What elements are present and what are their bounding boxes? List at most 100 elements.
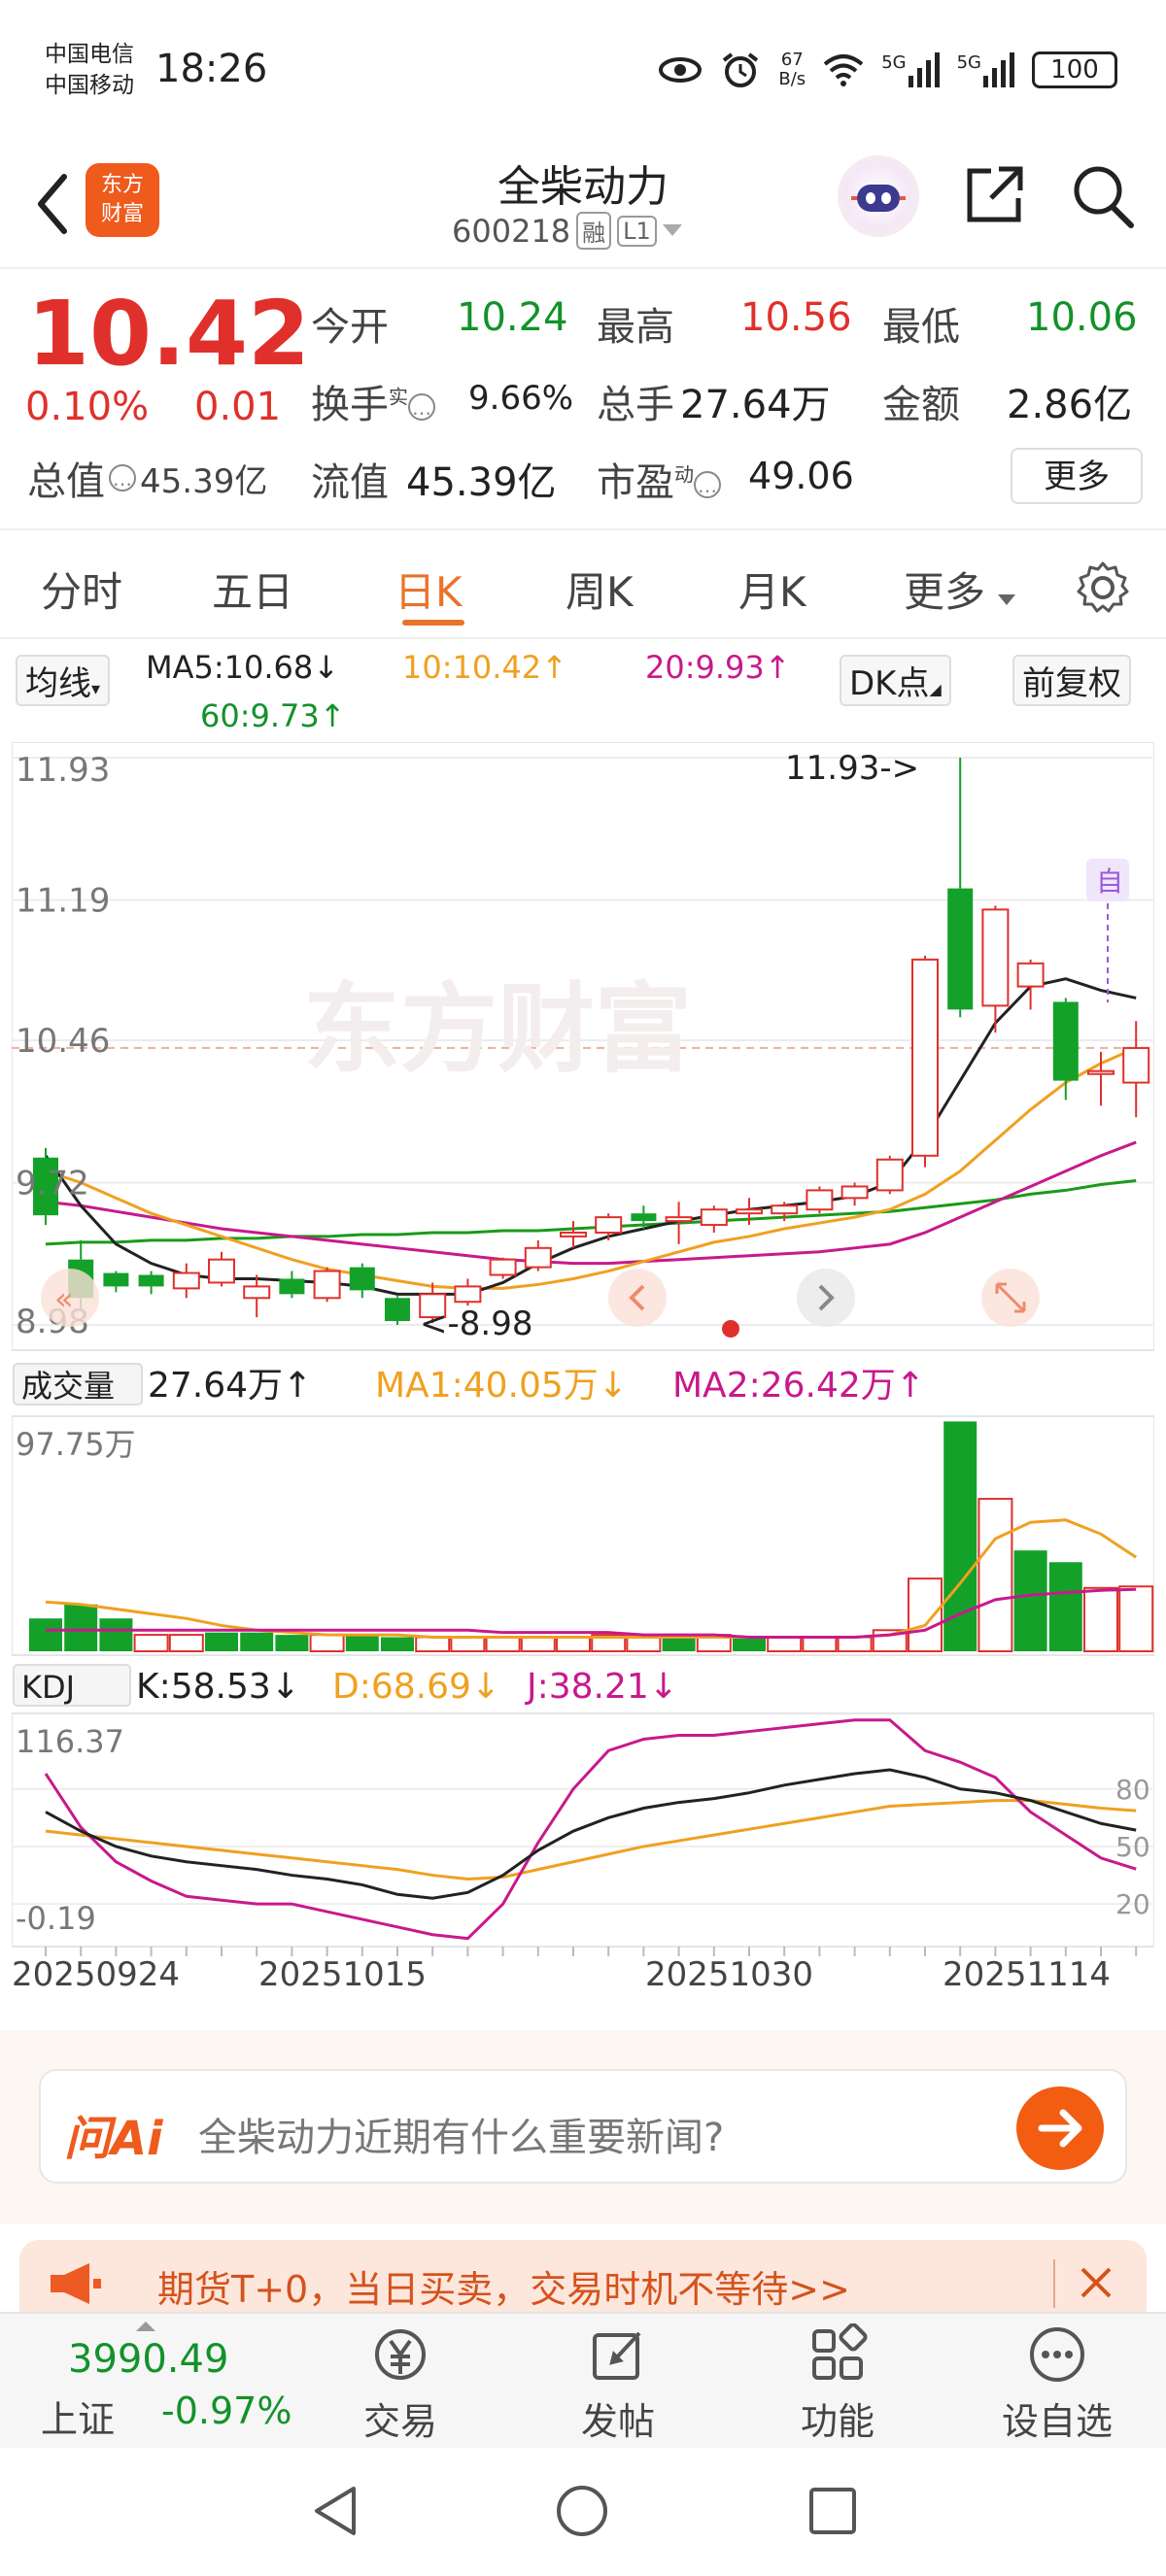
tab-more[interactable]: 更多 xyxy=(904,559,1016,619)
nav-functions[interactable]: 功能 xyxy=(760,2323,915,2445)
stock-code: 600218 xyxy=(452,212,571,250)
candle-body xyxy=(524,1246,552,1269)
volume-bar xyxy=(802,1636,838,1652)
kdj-right-tick: 80 xyxy=(1115,1774,1150,1806)
candle-body xyxy=(840,1185,869,1200)
dropdown-triangle-icon xyxy=(662,223,682,236)
status-icons: 67 B/s 5G 5G 100 xyxy=(658,51,1117,89)
candle-body xyxy=(631,1213,657,1222)
recents-square-icon[interactable] xyxy=(806,2485,859,2537)
kdj-d-legend: D:68.69↓ xyxy=(332,1667,500,1707)
tab-intraday[interactable]: 分时 xyxy=(41,559,122,619)
settings-gear-icon[interactable] xyxy=(1075,559,1131,616)
net-speed: 67 B/s xyxy=(778,51,806,89)
app-header: 东方 财富 全柴动力 600218 融 L1 xyxy=(0,146,1166,267)
market-cap[interactable]: 总值 … 45.39亿 xyxy=(27,450,267,506)
turnover-value: 9.66% xyxy=(468,379,574,418)
candle-body xyxy=(700,1208,728,1227)
kdj-y-tick: 116.37 xyxy=(16,1723,124,1760)
signal-bars-icon xyxy=(983,52,1014,87)
volume-y-tick: 97.75万 xyxy=(16,1426,136,1463)
nav-add-watchlist[interactable]: 设自选 xyxy=(979,2323,1135,2445)
tab-daily-k[interactable]: 日K xyxy=(394,559,463,619)
quote-panel: 10.42 0.10% 0.01 总值 … 45.39亿 今开 10.24 最高… xyxy=(0,270,1166,527)
ma5-legend: MA5:10.68↓ xyxy=(146,649,340,686)
stock-code-row[interactable]: 600218 融 L1 xyxy=(452,212,682,250)
volume-bar xyxy=(556,1636,591,1652)
candle-body xyxy=(208,1258,235,1284)
nav-post[interactable]: 发帖 xyxy=(540,2323,696,2445)
candle-body xyxy=(560,1231,587,1237)
candle-body xyxy=(595,1216,623,1234)
volume-bar xyxy=(767,1636,803,1652)
scroll-left-button[interactable] xyxy=(608,1269,667,1327)
volume-bars xyxy=(29,1421,1154,1653)
double-left-icon: « xyxy=(54,1280,74,1317)
kline-chart-area[interactable]: 东方财富 11.93 11.19 10.46 9.72 8.98 11.93->… xyxy=(12,742,1154,1993)
tab-five-day[interactable]: 五日 xyxy=(212,559,293,619)
volume-value: 27.64万 xyxy=(680,383,831,427)
ai-submit-button[interactable] xyxy=(1016,2086,1104,2170)
wifi-icon xyxy=(823,54,864,86)
nav-trade-label: 交易 xyxy=(362,2400,437,2443)
dk-point-button[interactable]: DK点◢ xyxy=(840,655,951,706)
high-label: 最高 xyxy=(597,305,674,350)
volume-ma2: MA2:26.42万↑ xyxy=(672,1366,925,1406)
volume-bar xyxy=(662,1637,696,1651)
candle-body xyxy=(911,958,939,1157)
indicator-selector[interactable]: 均线▾ xyxy=(16,655,111,706)
watermark: 东方财富 xyxy=(303,972,692,1086)
scroll-right-button[interactable] xyxy=(797,1269,855,1327)
open-label: 今开 xyxy=(311,305,389,350)
candle-body xyxy=(1052,1001,1079,1081)
dk-point-label: DK点 xyxy=(849,664,930,703)
candle-body xyxy=(349,1267,375,1291)
megaphone-icon xyxy=(51,2263,101,2304)
close-icon[interactable] xyxy=(1075,2261,1117,2304)
amount-label: 金额 xyxy=(882,383,960,427)
search-icon[interactable] xyxy=(1069,159,1137,231)
volume-bar xyxy=(1118,1585,1154,1652)
system-navigation-bar xyxy=(0,2448,1166,2576)
share-icon[interactable] xyxy=(962,163,1026,227)
grid-apps-icon xyxy=(812,2323,868,2380)
kdj-panel-frame xyxy=(12,1712,1154,1948)
indicator-selector-label: 均线 xyxy=(25,664,91,703)
active-tab-indicator xyxy=(402,620,464,626)
more-dots-icon xyxy=(1030,2327,1084,2382)
x-tick-label: 20251114 xyxy=(943,1955,1111,1993)
volume-bar xyxy=(1083,1586,1118,1652)
candle-body xyxy=(1016,962,1045,988)
tab-weekly-k[interactable]: 周K xyxy=(566,559,634,619)
carrier-2: 中国移动 xyxy=(45,73,134,98)
back-triangle-icon[interactable] xyxy=(309,2483,361,2539)
index-name: 上证 xyxy=(41,2398,116,2441)
candle-body xyxy=(1122,1046,1150,1084)
dropdown-triangle-icon xyxy=(998,594,1016,605)
signal-bars-icon xyxy=(908,52,940,87)
candle-body xyxy=(806,1189,834,1211)
index-value[interactable]: 3990.49 xyxy=(68,2337,228,2382)
tab-monthly-k[interactable]: 月K xyxy=(738,559,806,619)
volume-bar xyxy=(1048,1562,1082,1651)
turnover-sup: 实 xyxy=(389,385,408,409)
caret-up-icon xyxy=(136,2322,155,2331)
last-price: 10.42 xyxy=(27,282,311,386)
promo-text: 期货T+0，当日买卖，交易时机不等待>> xyxy=(157,2268,850,2311)
pe-label[interactable]: 市盈动… xyxy=(597,451,721,507)
page-indicator-dot xyxy=(722,1320,739,1338)
more-button[interactable]: 更多 xyxy=(1011,448,1143,504)
turnover-label[interactable]: 换手实… xyxy=(311,373,435,429)
home-circle-icon[interactable] xyxy=(554,2483,610,2539)
nav-trade[interactable]: 交易 xyxy=(323,2323,478,2445)
volume-bar xyxy=(345,1635,379,1651)
ai-logo: 问Ai xyxy=(64,2112,163,2166)
candle-body xyxy=(489,1258,517,1276)
volume-bar xyxy=(99,1618,133,1651)
tab-more-label: 更多 xyxy=(904,568,986,616)
price-adjust-button[interactable]: 前复权 xyxy=(1012,655,1131,706)
ai-question-input[interactable]: 问Ai 全柴动力近期有什么重要新闻? xyxy=(39,2069,1127,2184)
kline-chart[interactable]: 东方财富 11.93 11.19 10.46 9.72 8.98 11.93->… xyxy=(12,742,1154,1993)
info-icon: … xyxy=(408,393,435,421)
ai-robot-avatar[interactable] xyxy=(838,155,919,237)
